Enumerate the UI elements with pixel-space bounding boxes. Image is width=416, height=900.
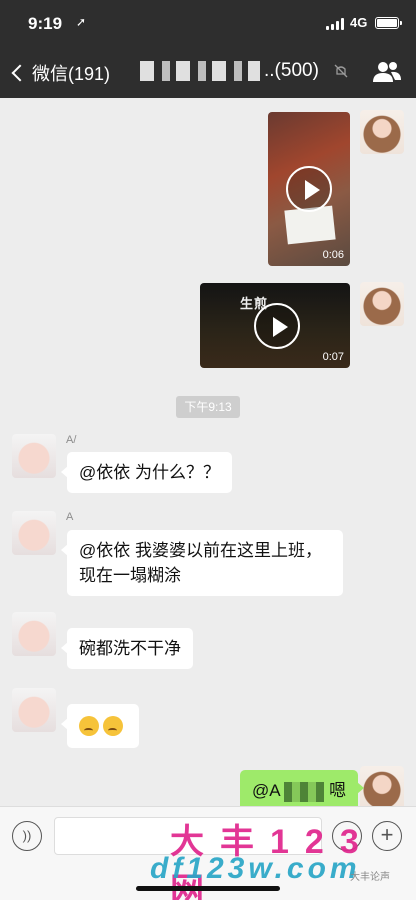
chat-timestamp: 下午9:13	[176, 396, 240, 418]
avatar[interactable]	[360, 766, 404, 810]
message-bubble[interactable]	[61, 704, 139, 748]
back-label: 微信(191)	[32, 64, 111, 84]
redacted-name	[284, 781, 325, 802]
avatar[interactable]	[12, 434, 56, 478]
member-count: ..(500)	[264, 60, 319, 81]
home-indicator[interactable]	[136, 886, 280, 891]
chat-title: ..(500)	[140, 60, 319, 82]
message-text-line: @依依 我婆婆以前在这里上班，	[79, 541, 322, 560]
video-message[interactable]: 生煎 0:07	[200, 283, 350, 368]
avatar[interactable]	[12, 688, 56, 732]
group-members-icon[interactable]	[372, 60, 402, 84]
network-label: 4G	[350, 15, 368, 30]
status-time: 9:19	[28, 14, 63, 33]
redacted-group-name	[140, 61, 260, 81]
navigation-bar: 微信(191) ..(500)	[0, 60, 416, 88]
sender-nickname: A	[66, 511, 74, 523]
voice-input-button[interactable]: ))	[12, 821, 42, 851]
thinking-emoji-icon	[79, 715, 99, 736]
video-duration: 0:07	[322, 351, 344, 363]
message-bubble-own[interactable]: @A 嗯	[240, 770, 365, 811]
avatar[interactable]	[360, 110, 404, 154]
watermark-source: 大丰论声	[350, 872, 390, 883]
back-button[interactable]: 微信(191)	[10, 60, 110, 86]
message-bubble[interactable]: @依依 我婆婆以前在这里上班， 现在一塌糊涂	[61, 530, 343, 596]
message-text-line: 现在一塌糊涂	[79, 566, 181, 585]
play-icon[interactable]	[286, 166, 332, 212]
message-text: 嗯	[329, 781, 347, 800]
thinking-emoji-icon	[103, 715, 123, 736]
avatar[interactable]	[360, 282, 404, 326]
avatar[interactable]	[12, 612, 56, 656]
play-icon[interactable]	[254, 303, 300, 349]
message-text: @依依 为什么？？	[79, 463, 220, 482]
chevron-left-icon	[11, 64, 29, 82]
mute-icon	[334, 64, 348, 78]
message-text: 碗都洗不干净	[79, 639, 181, 658]
battery-icon	[375, 17, 402, 29]
avatar[interactable]	[12, 511, 56, 555]
video-message[interactable]: 0:06	[268, 112, 350, 266]
signal-icon	[326, 18, 344, 30]
sender-nickname: A/	[66, 434, 77, 446]
top-bar: 9:19 ➚ 4G 微信(191) ..(500)	[0, 0, 416, 98]
video-duration: 0:06	[322, 249, 344, 261]
message-bubble[interactable]: @依依 为什么？？	[61, 452, 232, 493]
watermark-url: df123w.com	[150, 852, 361, 885]
message-bubble[interactable]: 碗都洗不干净	[61, 628, 193, 669]
mention-prefix: @A	[252, 781, 280, 800]
status-bar: 9:19 ➚ 4G	[0, 12, 416, 38]
location-arrow-icon: ➚	[76, 15, 87, 29]
